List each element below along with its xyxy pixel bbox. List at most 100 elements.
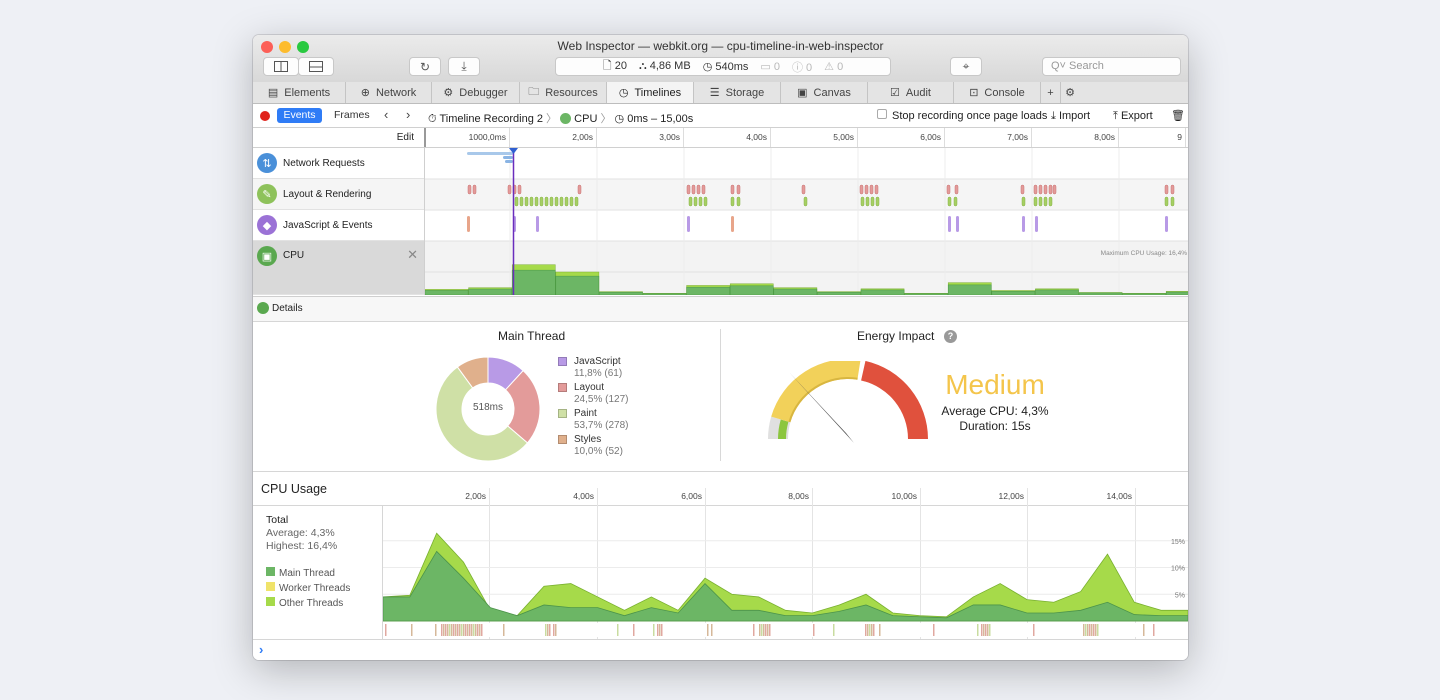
cpu-bar-main-thread: [1122, 293, 1166, 296]
reload-button[interactable]: ↻: [409, 57, 441, 76]
inspect-element-button[interactable]: ⌖: [950, 57, 982, 76]
close-icon[interactable]: ✕: [407, 247, 418, 263]
export-button[interactable]: ⤒ Export: [1113, 110, 1153, 123]
paint-mark: [698, 196, 703, 207]
ruler-tick-label: 6,00s: [920, 132, 941, 142]
clear-button[interactable]: 🗑: [1171, 109, 1185, 122]
ruler-tick-label: 5,00s: [833, 132, 854, 142]
resource-count: 🗋 20: [602, 60, 627, 72]
import-icon: ⤓: [1051, 110, 1056, 122]
ruler-tick-line: [857, 128, 858, 147]
search-icon: Q˅: [1051, 60, 1066, 72]
layout-mark: [686, 184, 691, 195]
elements-icon: ▤: [267, 87, 279, 99]
layout-mark: [691, 184, 696, 195]
activity-mark: [553, 624, 555, 636]
layout-mark: [1170, 184, 1175, 195]
tab-storage[interactable]: ☰ Storage: [694, 82, 781, 103]
breadcrumb-recording[interactable]: Timeline Recording 2: [439, 113, 543, 125]
cpu-ruler-tick-label: 8,00s: [788, 491, 809, 501]
clock-icon: ◷: [614, 113, 625, 125]
activity-mark: [475, 624, 477, 636]
activity-mark: [1153, 624, 1155, 636]
activity-mark: [1089, 624, 1091, 636]
breadcrumb-range[interactable]: 0ms – 15,00s: [627, 113, 693, 125]
ruler-tick-line: [944, 128, 945, 147]
paint-mark: [514, 196, 519, 207]
layout-mark: [1052, 184, 1057, 195]
dock-bottom-button[interactable]: [298, 57, 334, 76]
console-prompt[interactable]: ›: [253, 639, 1188, 660]
activity-mark: [653, 624, 655, 636]
events-view-button[interactable]: Events: [277, 108, 322, 123]
tab-timelines[interactable]: ◷ Timelines: [607, 82, 694, 103]
tab-network[interactable]: ⊕ Network: [346, 82, 432, 103]
row-layout-rendering[interactable]: ✎ Layout & Rendering: [253, 179, 424, 210]
layout-mark: [1038, 184, 1043, 195]
cpu-icon: ▣: [257, 246, 277, 266]
trash-icon: 🗑: [1171, 110, 1185, 122]
dock-side-button[interactable]: [263, 57, 299, 76]
activity-mark: [473, 624, 475, 636]
tab-debugger[interactable]: ⚙ Debugger: [432, 82, 520, 103]
layout-mark: [869, 184, 874, 195]
tab-resources[interactable]: 🗀 Resources: [520, 82, 607, 103]
dock-side-icon: [274, 61, 288, 72]
edit-button[interactable]: Edit: [397, 132, 414, 143]
record-button[interactable]: [260, 111, 270, 121]
settings-tab-button[interactable]: ⚙: [1061, 82, 1079, 103]
layout-mark: [1048, 184, 1053, 195]
tab-audit[interactable]: ☑ Audit: [868, 82, 954, 103]
ruler-tick-label: 3,00s: [659, 132, 680, 142]
cpu-bar-main-thread: [686, 286, 730, 296]
layout-mark: [472, 184, 477, 195]
legend-swatch: [266, 582, 275, 591]
cpu-usage-chart[interactable]: 15% 10% 5%: [383, 506, 1188, 640]
script-mark: [731, 216, 734, 232]
layout-mark: [577, 184, 582, 195]
tab-console[interactable]: ⊡ Console: [954, 82, 1041, 103]
activity-mark: [765, 624, 767, 636]
activity-mark: [555, 624, 557, 636]
ruler-tick-line: [1118, 128, 1119, 147]
tab-elements[interactable]: ▤ Elements: [253, 82, 346, 103]
activity-mark: [813, 624, 815, 636]
help-icon[interactable]: ?: [944, 330, 957, 343]
search-input[interactable]: Q˅ Search: [1042, 57, 1181, 76]
activity-mark: [761, 624, 763, 636]
warning-count[interactable]: ⚠ 0: [824, 60, 843, 73]
new-tab-button[interactable]: +: [1041, 82, 1061, 103]
timeline-toolbar: Events Frames ‹ › ⏱ Timeline Recording 2…: [253, 104, 1188, 128]
legend-main-thread: Main Thread: [266, 566, 350, 581]
breadcrumb-separator: 〉: [600, 113, 612, 125]
cpu-average: Average: 4,3%: [266, 527, 335, 539]
forward-button[interactable]: ›: [406, 107, 410, 122]
row-cpu[interactable]: ▣ CPU ✕: [253, 241, 424, 295]
frames-view-button[interactable]: Frames: [334, 108, 370, 123]
activity-mark: [549, 624, 551, 636]
activity-mark: [1095, 624, 1097, 636]
tab-canvas[interactable]: ▣ Canvas: [781, 82, 868, 103]
back-button[interactable]: ‹: [384, 107, 388, 122]
overview-graph[interactable]: Maximum CPU Usage: 16,4%: [424, 148, 1188, 296]
layout-mark: [1033, 184, 1038, 195]
error-count[interactable]: ⓘ 0: [792, 59, 812, 75]
activity-mark: [867, 624, 869, 636]
cpu-bar-main-thread: [642, 293, 687, 296]
activity-mark: [633, 624, 635, 636]
row-javascript-events[interactable]: ◆ JavaScript & Events: [253, 210, 424, 241]
paint-mark: [544, 196, 549, 207]
cpu-ruler-tick-label: 12,00s: [998, 491, 1024, 501]
paint-mark: [559, 196, 564, 207]
log-count[interactable]: ▭ 0: [760, 60, 780, 73]
row-network-requests[interactable]: ⇅ Network Requests: [253, 148, 424, 179]
stop-recording-checkbox[interactable]: [877, 109, 887, 119]
breadcrumb-cpu[interactable]: CPU: [574, 113, 597, 125]
import-button[interactable]: ⤓ Import: [1051, 110, 1090, 123]
download-button[interactable]: ⤓: [448, 57, 480, 76]
activity-mark: [455, 624, 457, 636]
details-label[interactable]: Details: [272, 303, 303, 314]
cpu-y-tick-label: 15%: [1171, 539, 1185, 546]
cpu-usage-title: CPU Usage: [261, 482, 327, 496]
paint-mark: [953, 196, 958, 207]
